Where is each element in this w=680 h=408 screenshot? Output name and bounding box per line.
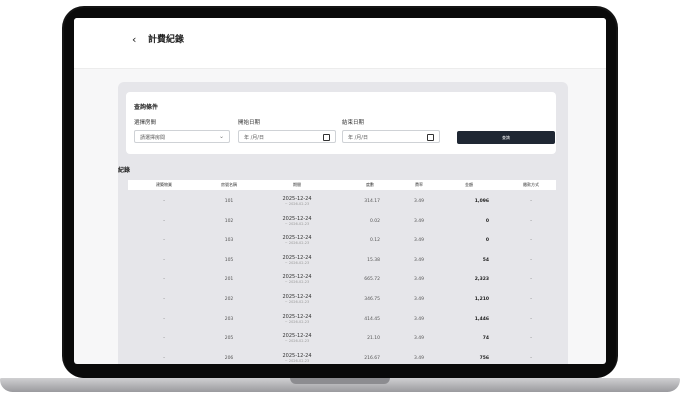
table-header: 建築物業 房號名稱 期間 度數 費率 金額 繳款方式 <box>128 180 556 190</box>
kwh-cell: 0.02 <box>369 218 380 224</box>
table-row: -102 2025-12-24 ~ 2026-02-23 0.02 3.49 0- <box>128 212 556 231</box>
kwh-cell: 15.38 <box>367 257 380 263</box>
table-row: -203 2025-12-24 ~ 2026-02-23 414.45 3.49 1,44… <box>128 310 556 329</box>
building-cell: - <box>163 297 165 302</box>
chevron-down-icon: ⌄ <box>218 133 224 140</box>
building-cell: - <box>163 238 165 244</box>
building-cell: - <box>163 316 165 322</box>
table-row: -105 2025-12-24 ~ 2026-02-23 15.38 3.49 54- <box>128 251 556 270</box>
kwh-cell: 314.17 <box>364 199 380 204</box>
room-cell: 103 <box>224 238 234 244</box>
room-cell: 205 <box>224 336 234 342</box>
room-select-value: 請選擇房間 <box>140 135 166 141</box>
records-title: 紀錄 <box>118 167 131 174</box>
room-cell: 102 <box>224 218 234 224</box>
laptop-notch <box>290 378 390 384</box>
content-panel: 查詢條件 選擇房間 請選擇房間 ⌄ 開始日期 年 /月/日 結束日期 年 /月/… <box>118 82 568 364</box>
table-row: -205 2025-12-24 ~ 2026-02-23 21.10 3.49 74- <box>128 329 556 348</box>
amount-cell: 1,446 <box>474 316 489 322</box>
kwh-cell: 414.45 <box>364 316 380 322</box>
amount-cell: 0 <box>485 238 489 244</box>
column-header: 房號名稱 <box>221 182 237 187</box>
end-date-field[interactable]: 年 /月/日 <box>342 130 440 143</box>
room-cell: 203 <box>224 316 234 322</box>
back-icon[interactable]: ‹ <box>132 34 136 46</box>
calendar-icon[interactable] <box>427 133 434 141</box>
query-button[interactable]: 查詢 <box>457 131 555 144</box>
building-cell: - <box>163 336 165 342</box>
building-cell: - <box>163 257 165 263</box>
filter-title: 查詢條件 <box>134 104 159 111</box>
page-title: 計費紀錄 <box>148 35 185 45</box>
payment-method-cell: - <box>530 355 532 361</box>
kwh-cell: 0.12 <box>369 238 380 244</box>
column-header: 建築物業 <box>156 182 172 187</box>
payment-method-cell: - <box>530 297 532 302</box>
building-cell: - <box>163 218 165 224</box>
amount-cell: 1,210 <box>474 297 489 302</box>
building-cell: - <box>163 277 165 283</box>
start-date-field[interactable]: 年 /月/日 <box>238 130 336 143</box>
payment-method-cell: - <box>530 336 532 342</box>
kwh-cell: 21.10 <box>367 336 380 342</box>
column-header: 繳款方式 <box>523 182 539 187</box>
payment-method-cell: - <box>530 199 532 204</box>
building-cell: - <box>163 355 165 361</box>
start-date-label: 開始日期 <box>238 120 261 126</box>
filter-card: 查詢條件 選擇房間 請選擇房間 ⌄ 開始日期 年 /月/日 結束日期 年 /月/… <box>126 92 556 154</box>
room-cell: 202 <box>224 297 234 302</box>
kwh-cell: 346.75 <box>364 297 380 302</box>
building-cell: - <box>163 199 165 204</box>
payment-method-cell: - <box>530 218 532 224</box>
amount-cell: 54 <box>482 257 489 263</box>
room-select[interactable]: 請選擇房間 ⌄ <box>134 130 230 143</box>
table-row: -101 2025-12-24 ~ 2026-02-23 314.17 3.49 1,09… <box>128 192 556 211</box>
payment-method-cell: - <box>530 277 532 283</box>
column-header: 期間 <box>293 182 301 187</box>
top-bar: ‹ 計費紀錄 <box>74 18 606 69</box>
room-label: 選擇房間 <box>134 120 157 126</box>
start-date-placeholder: 年 /月/日 <box>244 135 264 141</box>
room-cell: 105 <box>224 257 234 263</box>
room-cell: 101 <box>224 199 234 204</box>
table-row: -202 2025-12-24 ~ 2026-02-23 346.75 3.49 1,21… <box>128 290 556 309</box>
end-date-placeholder: 年 /月/日 <box>348 135 368 141</box>
room-cell: 201 <box>224 277 234 283</box>
amount-cell: 756 <box>479 355 489 361</box>
end-date-label: 結束日期 <box>342 120 365 126</box>
payment-method-cell: - <box>530 316 532 322</box>
room-cell: 206 <box>224 355 234 361</box>
amount-cell: 0 <box>485 218 489 224</box>
app-screen: ‹ 計費紀錄 查詢條件 選擇房間 請選擇房間 ⌄ 開始日期 年 /月/日 結束日… <box>74 18 606 364</box>
payment-method-cell: - <box>530 238 532 244</box>
table-row: -103 2025-12-24 ~ 2026-02-23 0.12 3.49 0- <box>128 231 556 250</box>
payment-method-cell: - <box>530 257 532 263</box>
table-row: -201 2025-12-24 ~ 2026-02-23 665.72 3.49 2,32… <box>128 270 556 289</box>
amount-cell: 74 <box>482 336 489 342</box>
column-header: 金額 <box>465 182 473 187</box>
amount-cell: 1,096 <box>474 199 489 204</box>
kwh-cell: 665.72 <box>364 277 380 283</box>
amount-cell: 2,323 <box>474 277 489 283</box>
kwh-cell: 216.67 <box>364 355 380 361</box>
table-row: -206 2025-12-24 ~ 2026-02-23 216.67 3.49 756- <box>128 349 556 364</box>
calendar-icon[interactable] <box>323 133 330 141</box>
